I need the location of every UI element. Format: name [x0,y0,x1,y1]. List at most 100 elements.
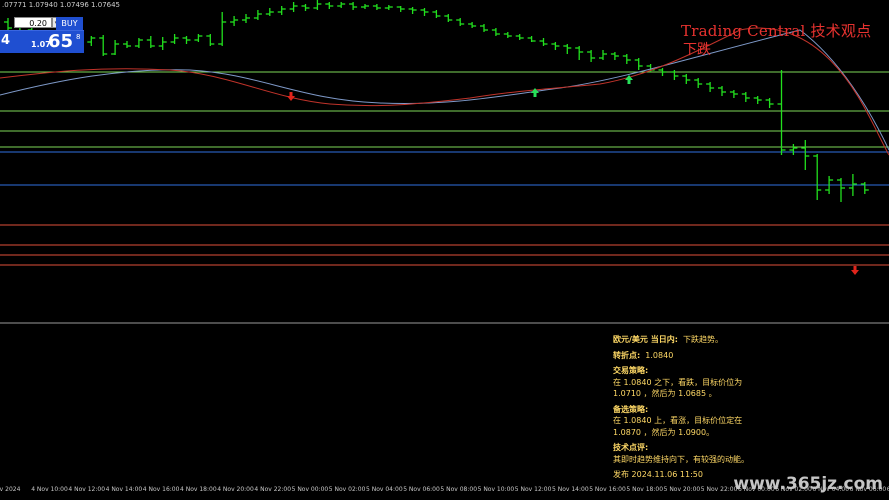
ohlc-bar [325,2,334,9]
time-axis-label: 5 Nov 02:00 [328,486,366,493]
ohlc-readout: .07771 1.07940 1.07496 1.07645 [2,1,121,9]
strategy-title: 交易策略: [613,366,649,375]
ohlc-bar [134,38,143,48]
ohlc-bar [801,140,810,170]
ohlc-bar [753,96,762,104]
time-axis-label: 6 Nov 00:00 [738,486,775,493]
ohlc-bar [718,86,726,96]
price-pips: 65 [48,31,74,52]
ohlc-bar [575,46,584,60]
time-axis-label: 5 Nov 20:00 [663,486,701,493]
ohlc-bar [456,18,465,26]
overlay-title: Trading Central 技术观点 [681,22,872,40]
ohlc-bar [146,36,155,48]
ohlc-bar [682,74,691,84]
time-axis-label: 4 Nov 16:00 [142,486,180,493]
ohlc-bar [301,4,310,11]
alt-strategy-title: 备选策略: [613,404,649,414]
lot-size-input[interactable]: 0.20 [14,17,52,28]
comment-text: 其即时趋势维持向下，有较强的动能。 [613,454,749,464]
price-pipette: 8 [76,33,81,41]
moving-average-blue [0,29,889,151]
overlay-subtitle: 下跌 [683,42,711,58]
sell-signal-arrow [851,266,859,275]
ohlc-bar [289,2,298,12]
buy-price-box[interactable]: 4 1.07 65 8 [0,30,84,53]
ohlc-bar [480,24,488,32]
ohlc-bar [563,44,572,54]
ohlc-bar [694,78,703,88]
ohlc-bar [789,144,798,155]
ohlc-bar [99,35,108,56]
ohlc-bar [182,36,191,44]
ohlc-bar [396,6,405,12]
ohlc-bar [111,40,120,55]
pivot-value: 1.0840 [645,350,674,360]
time-axis-label: 6 Nov 04:00 [812,486,850,493]
time-axis-label: ov 2024 [0,486,21,493]
ohlc-bar [420,8,429,16]
buy-button[interactable]: BUY [56,17,83,30]
ohlc-bar [313,0,322,10]
ohlc-bar [587,50,596,62]
ohlc-bar [622,54,631,64]
ohlc-bar [277,6,286,15]
time-axis-label: 6 Nov 06:00 [849,486,887,493]
ohlc-bar [408,7,417,14]
ohlc-bar [741,92,750,102]
strategy-line-1: 在 1.0840 之下，看跌，目标价位为 [613,377,743,387]
analysis-panel: 欧元/美元 当日内: 下跌趋势。 转折点: 1.0840 交易策略: 在 1.0… [613,334,881,481]
ohlc-bar [432,10,441,18]
ohlc-bar [503,32,512,38]
ohlc-bar [706,82,715,92]
moving-average-red [0,27,889,156]
time-axis-label: 5 Nov 18:00 [626,486,664,493]
time-axis-label: 5 Nov 12:00 [514,486,552,493]
ohlc-bar [158,37,167,50]
ohlc-bar [230,16,239,26]
time-axis-label: 5 Nov 06:00 [403,486,440,493]
ohlc-bar [372,4,381,10]
ohlc-bar [860,182,869,194]
ohlc-bar [384,5,393,10]
time-axis-label: 5 Nov 00:00 [291,486,329,493]
time-axis-label: 5 Nov 10:00 [477,486,515,493]
sell-price-fragment: 4 [1,33,11,48]
ohlc-bar [361,4,369,9]
ohlc-bar [253,10,262,20]
ohlc-bar [777,70,786,155]
alt-strategy-line-1: 在 1.0840 上，看涨，目标价位定在 [613,416,743,425]
ohlc-bar [634,58,643,70]
time-axis-label: 5 Nov 16:00 [589,486,626,493]
time-axis-label: 4 Nov 20:00 [217,486,254,493]
time-axis-label: 4 Nov 18:00 [180,486,217,493]
ohlc-bar [194,34,203,42]
one-click-trading-panel: 0.20 ▾ BUY 4 1.07 65 8 [0,17,84,53]
ohlc-bar [610,52,619,60]
alt-strategy-line-2: 1.0870 ，然后为 1.0900。 [613,427,715,437]
time-axis-label: 6 Nov 02:00 [775,486,812,493]
ohlc-bar [444,14,453,22]
sell-signal-arrow [287,92,295,101]
pair-value: 下跌趋势。 [683,335,723,344]
ohlc-bar [539,38,548,46]
strategy-line-2: 1.0710 ，然后为 1.0685 。 [613,389,717,398]
comment-title: 技术点评: [613,443,649,452]
ohlc-bar [349,2,358,10]
ohlc-bar [87,36,96,46]
ohlc-bar [206,34,215,46]
time-axis-label: 4 Nov 22:00 [254,486,292,493]
ohlc-bar [265,8,274,16]
ohlc-bar [551,42,560,50]
time-axis-label: 4 Nov 10:00 [31,486,68,493]
time-axis-label: 4 Nov 12:00 [68,486,106,493]
ohlc-bar [123,41,131,48]
time-axis-label: 5 Nov 08:00 [440,486,478,493]
ohlc-bar [337,2,346,8]
time-axis: ov 2024 4 Nov 10:004 Nov 12:004 Nov 14:00… [0,486,889,500]
ohlc-bar [837,178,845,202]
ohlc-bar [218,12,227,46]
ohlc-bar [468,22,477,28]
ohlc-bar [729,90,738,98]
time-axis-label: 5 Nov 22:00 [700,486,738,493]
